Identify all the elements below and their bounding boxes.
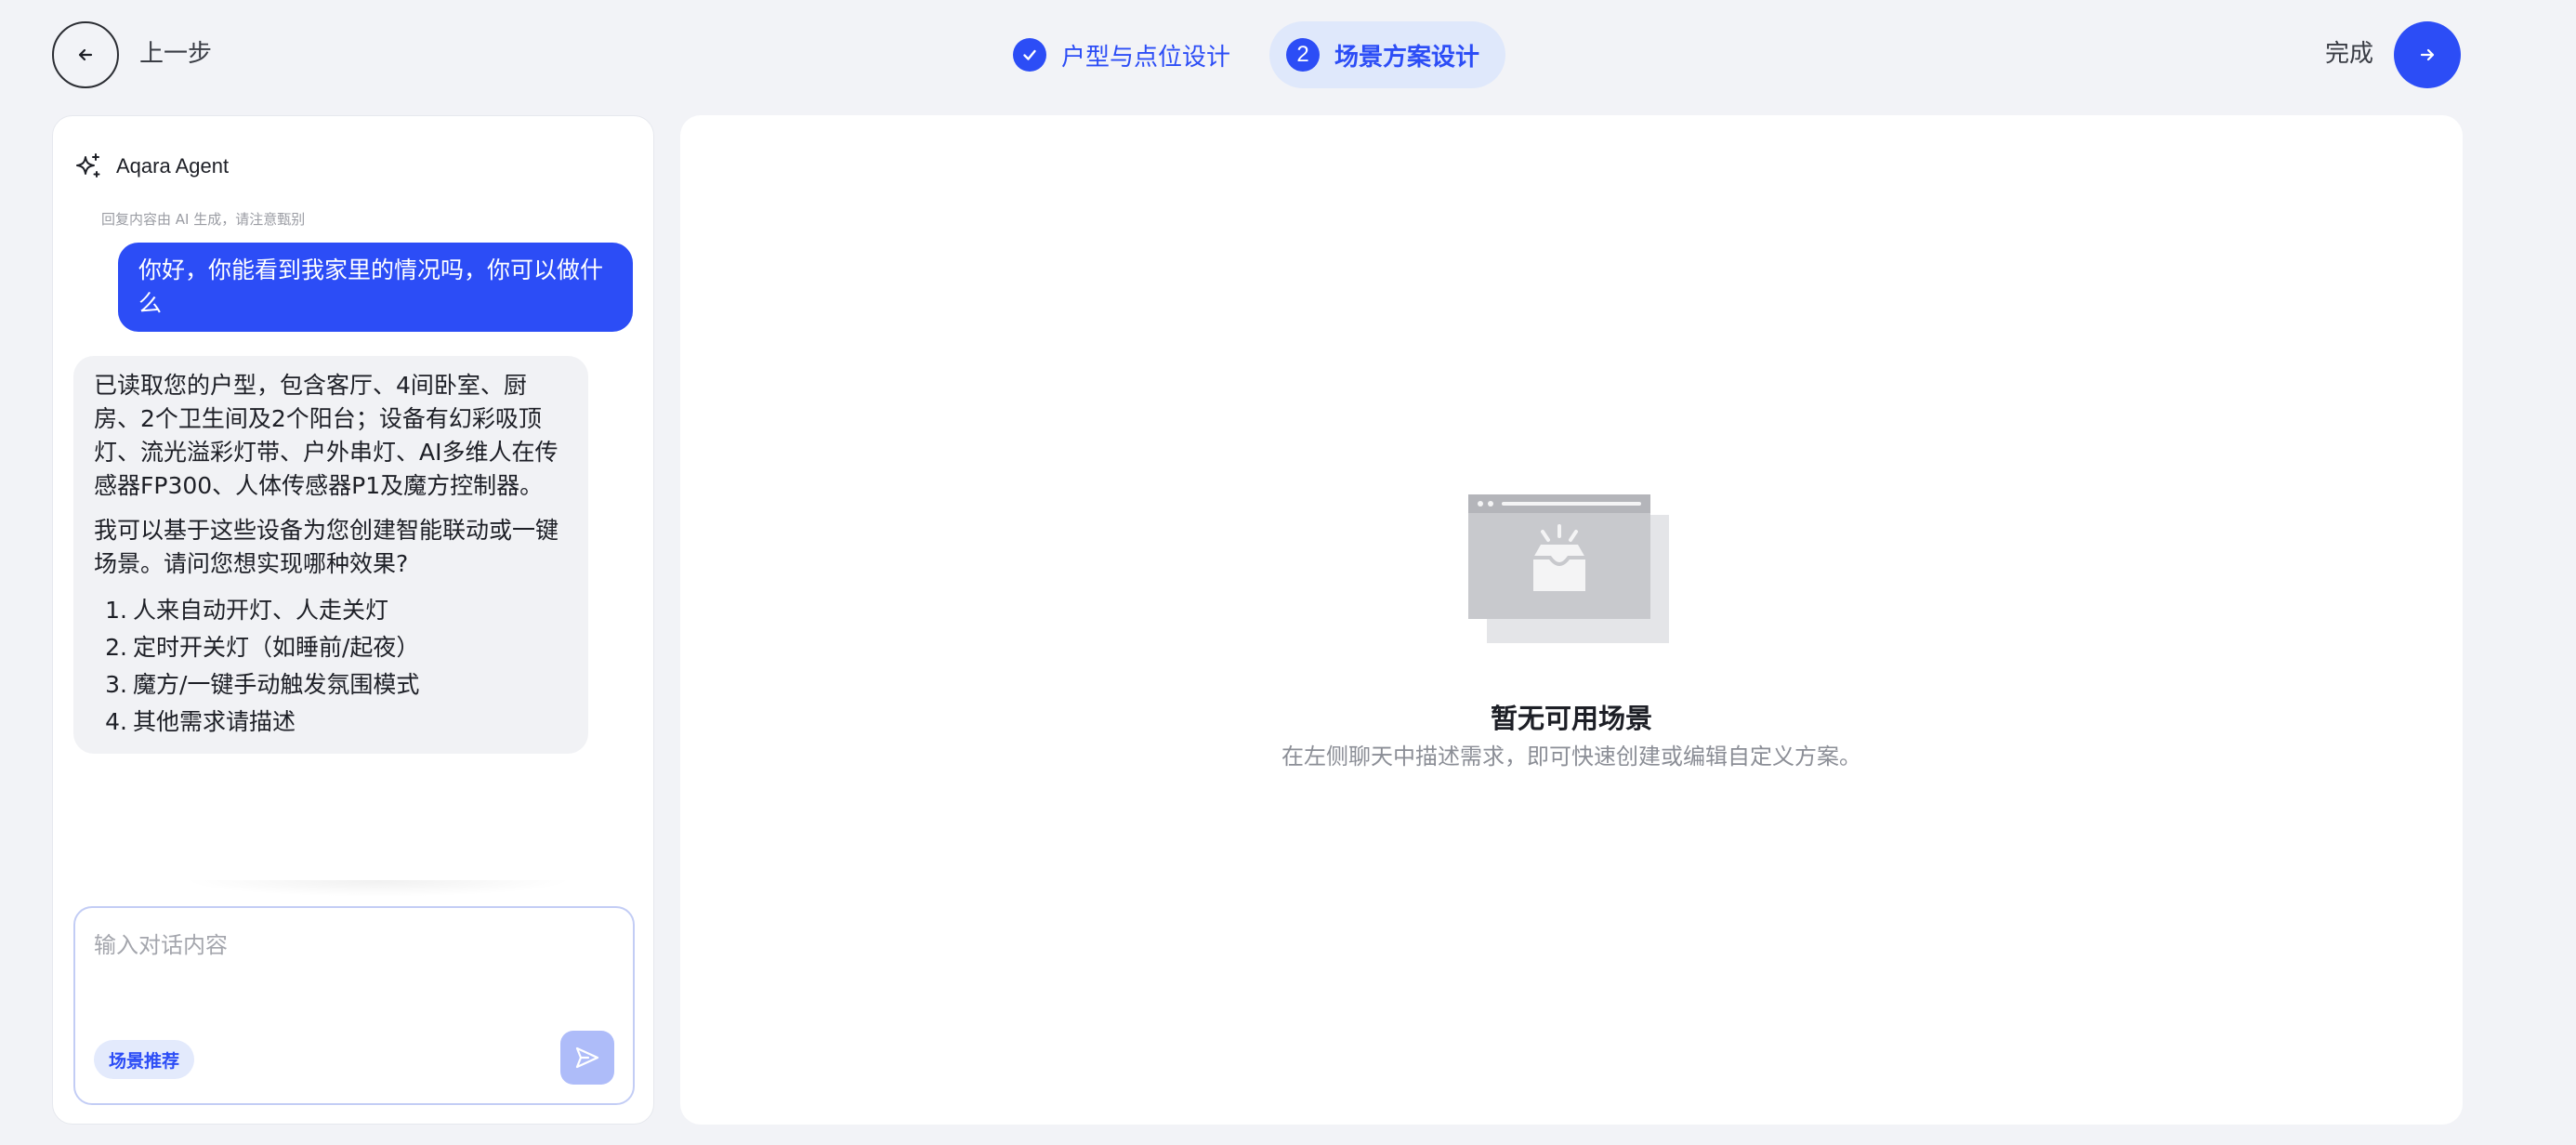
back-label[interactable]: 上一步	[139, 37, 212, 71]
agent-name: Aqara Agent	[116, 154, 230, 178]
arrow-right-icon	[2420, 48, 2435, 61]
list-item: 2. 定时开关灯（如睡前/起夜）	[105, 634, 420, 661]
list-item: 1. 人来自动开灯、人走关灯	[105, 597, 389, 624]
sparkle-icon	[76, 153, 100, 178]
bot-paragraph: 已读取您的户型，包含客厅、4间卧室、厨房、2个卫生间及2个阳台；设备有幻彩吸顶灯…	[94, 372, 559, 499]
empty-state-title: 暂无可用场景	[1490, 703, 1652, 734]
chat-composer: 场景推荐	[73, 906, 635, 1105]
agent-header: Aqara Agent	[73, 151, 229, 181]
bot-message: 已读取您的户型，包含客厅、4间卧室、厨房、2个卫生间及2个阳台；设备有幻彩吸顶灯…	[73, 356, 588, 754]
stepper: 户型与点位设计 2 场景方案设计	[1004, 21, 1506, 88]
scene-panel: 暂无可用场景 在左侧聊天中描述需求，即可快速创建或编辑自定义方案。	[680, 115, 2463, 1125]
bot-option-list: 1. 人来自动开灯、人走关灯 2. 定时开关灯（如睡前/起夜） 3. 魔方/一键手动触…	[94, 592, 568, 741]
arrow-left-icon	[78, 48, 93, 61]
step-number-badge: 2	[1286, 38, 1321, 72]
bot-paragraph: 我可以基于这些设备为您创建智能联动或一键场景。请问您想实现哪种效果?	[94, 517, 559, 577]
user-message: 你好，你能看到我家里的情况吗，你可以做什么	[118, 243, 633, 332]
back-button[interactable]	[52, 21, 119, 88]
empty-state-subtitle: 在左侧聊天中描述需求，即可快速创建或编辑自定义方案。	[1281, 744, 1861, 770]
step-floorplan-design[interactable]: 户型与点位设计	[1004, 21, 1240, 88]
finish-button[interactable]	[2394, 21, 2461, 88]
step-label: 场景方案设计	[1334, 43, 1480, 72]
ai-disclaimer: 回复内容由 AI 生成，请注意甄别	[101, 211, 306, 228]
step-scene-design[interactable]: 2 场景方案设计	[1269, 21, 1506, 88]
scroll-fade	[183, 880, 573, 897]
list-item: 4. 其他需求请描述	[105, 708, 296, 735]
chat-panel: Aqara Agent 回复内容由 AI 生成，请注意甄别 你好，你能看到我家里…	[52, 115, 654, 1125]
list-item: 3. 魔方/一键手动触发氛围模式	[105, 671, 420, 698]
step-label: 户型与点位设计	[1061, 43, 1231, 72]
empty-inbox-illustration	[1468, 494, 1669, 643]
finish-label[interactable]: 完成	[2325, 37, 2373, 71]
chat-input[interactable]	[94, 927, 614, 1010]
step-done-badge	[1013, 38, 1046, 72]
scene-recommend-chip[interactable]: 场景推荐	[94, 1040, 195, 1079]
send-icon	[575, 1046, 599, 1069]
send-button[interactable]	[560, 1031, 614, 1085]
check-icon	[1023, 49, 1036, 60]
